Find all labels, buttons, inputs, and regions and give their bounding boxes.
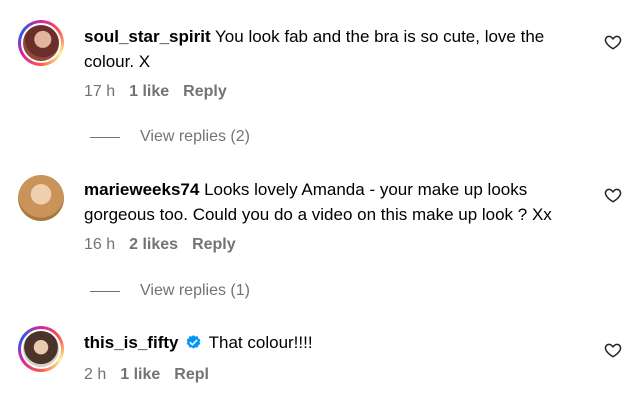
divider (90, 290, 120, 292)
heart-outline-icon[interactable] (604, 33, 622, 51)
view-replies-button[interactable]: View replies (1) (90, 282, 250, 300)
reply-button[interactable]: Repl (174, 366, 209, 384)
comment-time: 2 h (84, 366, 107, 383)
heart-outline-icon[interactable] (604, 341, 622, 359)
avatar[interactable] (18, 175, 64, 221)
comment-text: That colour!!!! (208, 333, 313, 352)
view-replies-label: View replies (1) (140, 282, 250, 299)
view-replies-button[interactable]: View replies (2) (90, 128, 250, 146)
verified-badge-icon (186, 335, 201, 349)
comment-time: 17 h (84, 83, 116, 100)
heart-outline-icon[interactable] (604, 186, 622, 204)
avatar[interactable] (18, 20, 64, 66)
likes-count[interactable]: 2 likes (129, 236, 178, 254)
avatar[interactable] (18, 326, 64, 372)
reply-button[interactable]: Reply (183, 83, 227, 101)
likes-count[interactable]: 1 like (129, 83, 169, 101)
likes-count[interactable]: 1 like (120, 366, 160, 384)
comment-username[interactable]: soul_star_spirit (84, 27, 211, 46)
divider (90, 136, 120, 138)
comment-username[interactable]: marieweeks74 (84, 180, 199, 199)
reply-button[interactable]: Reply (192, 236, 236, 254)
comment-time: 16 h (84, 236, 116, 253)
view-replies-label: View replies (2) (140, 128, 250, 145)
comment-username[interactable]: this_is_fifty (84, 333, 178, 352)
